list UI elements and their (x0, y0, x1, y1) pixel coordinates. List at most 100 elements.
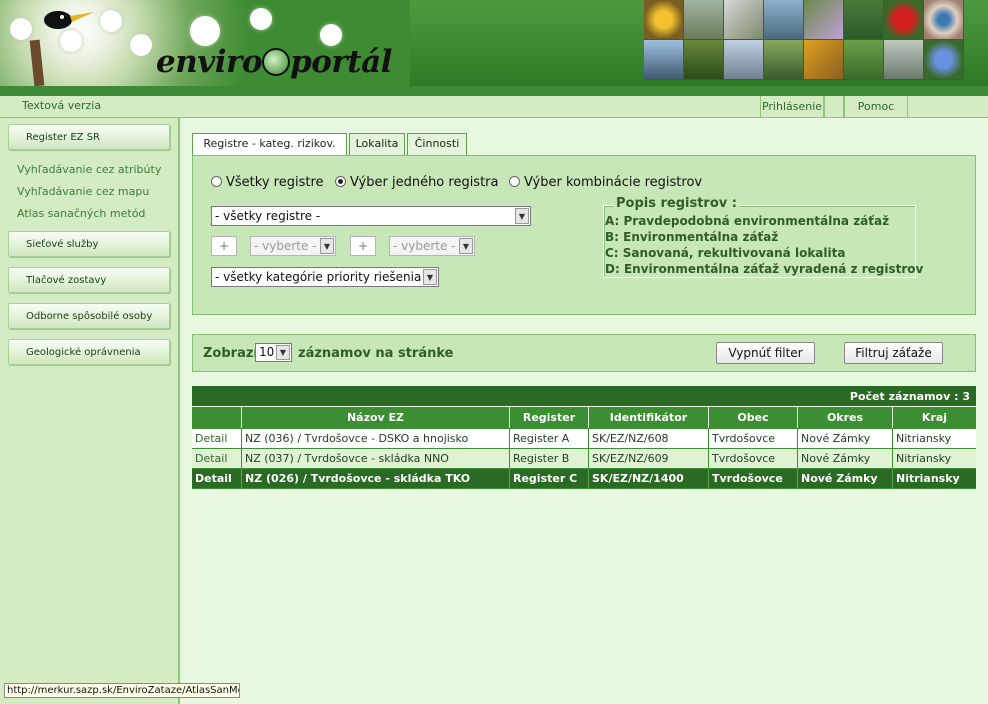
field-photo (844, 40, 884, 80)
header-banner: enviro portál (0, 0, 988, 86)
legend-item: A: Pravdepodobná environmentálna záťaž (605, 214, 890, 228)
text-version-link[interactable]: Textová verzia (22, 99, 101, 112)
dropdown-arrow-icon: ▼ (459, 238, 473, 254)
sidebar-item-register-ez[interactable]: Register EZ SR (8, 124, 170, 150)
table-header-region[interactable]: Kraj (893, 407, 976, 428)
per-page-select[interactable]: 10 ▼ (255, 343, 292, 362)
landscape-photo (684, 0, 724, 40)
subnav-bar: Textová verzia Prihlásenie Pomoc (0, 96, 988, 118)
sidebar-link-map-search[interactable]: Vyhľadávanie cez mapu (17, 185, 149, 198)
combo-plus-field-1: + (211, 236, 237, 256)
detail-link[interactable]: Detail (192, 469, 242, 489)
table-header-district[interactable]: Okres (798, 407, 893, 428)
cell-district: Nové Zámky (798, 469, 893, 489)
globe-icon (262, 48, 291, 76)
radio-label: Výber kombinácie registrov (524, 175, 703, 190)
legend-item: B: Environmentálna záťaž (605, 230, 779, 244)
dropdown-arrow-icon: ▼ (276, 345, 290, 360)
detail-link[interactable]: Detail (192, 449, 242, 469)
blossom-graphic (190, 16, 220, 46)
radio-register-combination[interactable]: Výber kombinácie registrov (509, 175, 702, 190)
cell-municipality: Tvrdošovce (709, 449, 798, 469)
combo-register-select-1: - vyberte - ▼ (250, 236, 336, 256)
table-header-municipality[interactable]: Obec (709, 407, 798, 428)
table-row-selected[interactable]: Detail NZ (026) / Tvrdošovce - skládka T… (192, 469, 976, 489)
blossom-graphic (10, 18, 32, 40)
select-value: - všetky kategórie priority riešenia - (215, 270, 430, 284)
photo-mosaic (644, 0, 968, 80)
autumn-photo (804, 40, 844, 80)
table-header-register[interactable]: Register (510, 407, 589, 428)
radio-label: Výber jedného registra (350, 175, 499, 190)
detail-link[interactable]: Detail (192, 429, 242, 449)
cell-region: Nitriansky (896, 452, 952, 465)
building-photo (764, 0, 804, 40)
records-per-page-label: záznamov na stránke (298, 346, 454, 361)
cell-municipality: Tvrdošovce (709, 429, 798, 449)
table-header-identifier[interactable]: Identifikátor (589, 407, 709, 428)
header-strip (0, 86, 988, 96)
browser-status-bar: http://merkur.sazp.sk/EnviroZataze/Atlas… (4, 683, 240, 698)
record-count-bar: Počet záznamov : 3 (192, 386, 976, 406)
towers-photo (724, 40, 764, 80)
register-select[interactable]: - všetky registre - ▼ (211, 206, 531, 226)
sidebar-item-qualified-persons[interactable]: Odborne spôsobilé osoby (8, 303, 170, 329)
blossom-graphic (250, 8, 272, 30)
blossom-graphic (60, 30, 82, 52)
sidebar-link-remediation-atlas[interactable]: Atlas sanačných metód (17, 207, 145, 220)
strawberry-photo (884, 0, 924, 40)
disable-filter-button[interactable]: Vypnúť filter (716, 342, 815, 364)
table-row[interactable]: Detail NZ (036) / Tvrdošovce - DSKO a hn… (192, 429, 976, 449)
radio-button-icon (211, 176, 222, 187)
show-label: Zobrazí (203, 346, 258, 361)
priority-category-select[interactable]: - všetky kategórie priority riešenia - ▼ (211, 267, 439, 287)
cell-municipality: Tvrdošovce (709, 469, 798, 489)
tab-locality[interactable]: Lokalita (349, 133, 405, 155)
sidebar-item-geological-permits[interactable]: Geologické oprávnenia (8, 339, 170, 365)
sidebar (0, 118, 180, 704)
select-value: - vyberte - (254, 239, 317, 253)
cell-district: Nové Zámky (798, 429, 893, 449)
radio-all-registers[interactable]: Všetky registre (211, 175, 324, 190)
radio-button-selected-icon (335, 176, 346, 187)
filter-loads-button[interactable]: Filtruj záťaže (844, 342, 943, 364)
tab-registers-risk-categories[interactable]: Registre - kateg. rizikov. (192, 133, 347, 156)
sidebar-item-print-reports[interactable]: Tlačové zostavy (8, 267, 170, 293)
login-button[interactable]: Prihlásenie (760, 96, 824, 118)
cell-register: Register C (510, 469, 589, 489)
table-header-name[interactable]: Názov EZ (242, 407, 510, 428)
cell-name: NZ (037) / Tvrdošovce - skládka NNO (242, 449, 510, 469)
blossom-graphic (130, 34, 152, 56)
tree-trunk-graphic (29, 39, 45, 86)
select-value: - všetky registre - (215, 209, 321, 223)
cornflower-photo (924, 40, 964, 80)
select-value: - vyberte - (393, 239, 456, 253)
help-button[interactable]: Pomoc (844, 96, 908, 118)
factory-photo (884, 40, 924, 80)
logo-text-prefix: enviro (156, 44, 263, 80)
cell-region: Nitriansky (896, 432, 952, 445)
cell-region: Nitriansky (896, 472, 960, 485)
combo-plus-field-2: + (350, 236, 376, 256)
cell-identifier: SK/EZ/NZ/608 (589, 429, 709, 449)
cell-identifier: SK/EZ/NZ/609 (589, 449, 709, 469)
sidebar-link-attribute-search[interactable]: Vyhľadávanie cez atribúty (17, 163, 161, 176)
dropdown-arrow-icon: ▼ (320, 238, 334, 254)
cell-name: NZ (026) / Tvrdošovce - skládka TKO (242, 469, 510, 489)
sidebar-item-network-services[interactable]: Sieťové služby (8, 231, 170, 257)
legend-item: C: Sanovaná, rekultivovaná lokalita (605, 246, 846, 260)
cell-register: Register B (510, 449, 589, 469)
tab-activities[interactable]: Činnosti (407, 133, 467, 155)
radio-button-icon (509, 176, 520, 187)
radio-single-register[interactable]: Výber jedného registra (335, 175, 499, 190)
table-header-blank (192, 407, 242, 428)
enviroportal-logo[interactable]: enviro portál (156, 44, 392, 80)
table-row[interactable]: Detail NZ (037) / Tvrdošovce - skládka N… (192, 449, 976, 469)
flower-photo (804, 0, 844, 40)
legend-title: Popis registrov : (614, 196, 739, 211)
eye-photo (924, 0, 964, 40)
dropdown-arrow-icon: ▼ (515, 208, 529, 224)
forest-photo (844, 0, 884, 40)
cell-district: Nové Zámky (798, 449, 893, 469)
cell-register: Register A (510, 429, 589, 449)
